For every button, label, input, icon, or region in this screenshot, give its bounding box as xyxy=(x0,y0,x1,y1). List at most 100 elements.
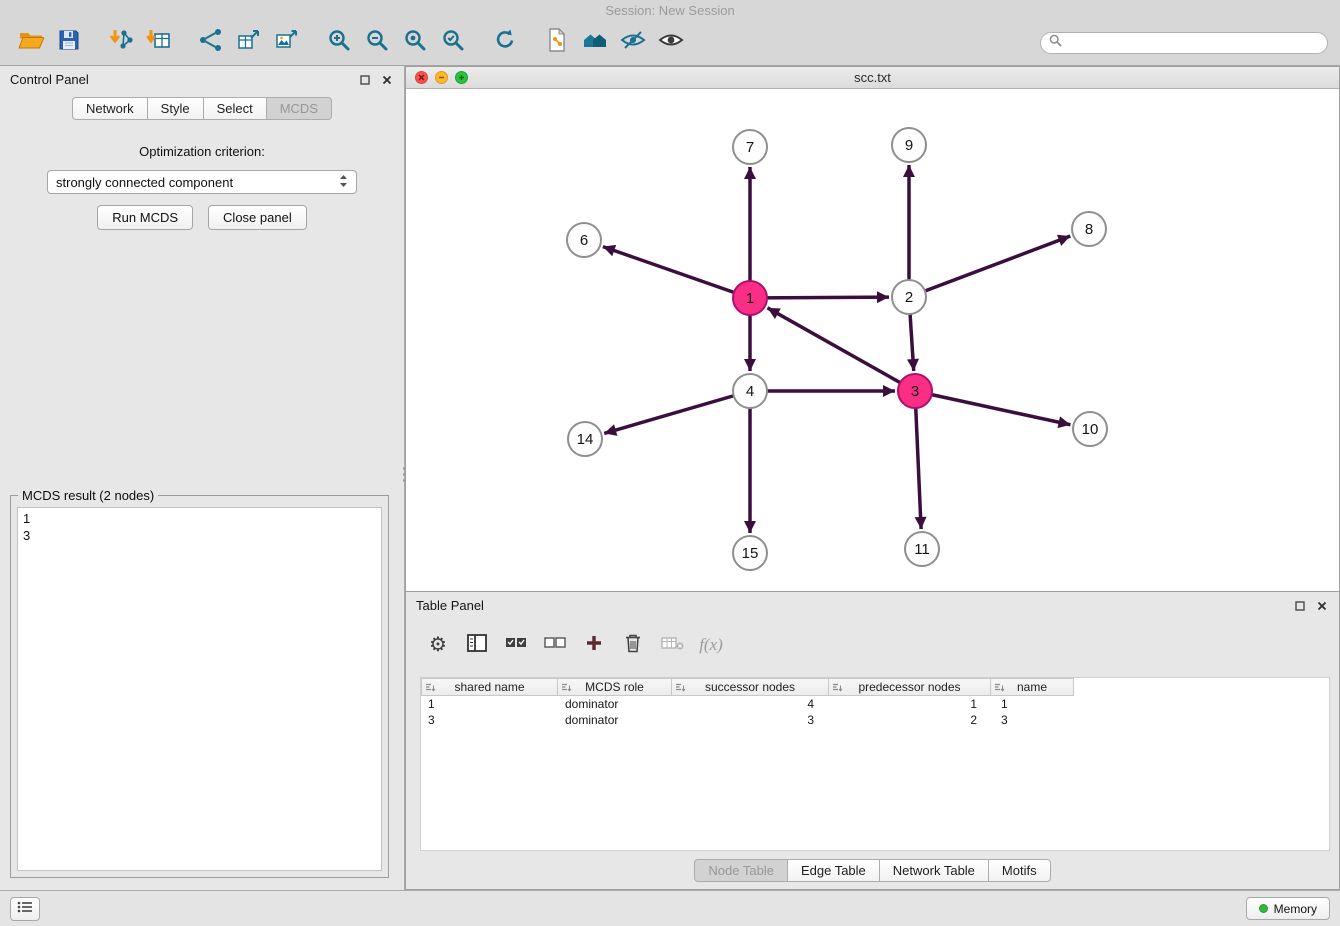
close-panel-button[interactable]: Close panel xyxy=(208,205,307,230)
select-all-icon xyxy=(505,636,527,655)
document-network-button[interactable] xyxy=(538,24,576,62)
node-9[interactable]: 9 xyxy=(892,128,926,162)
network-window-titlebar[interactable]: scc.txt xyxy=(406,67,1339,89)
minimize-window-button[interactable] xyxy=(435,71,448,84)
fx-icon: f(x) xyxy=(699,635,723,655)
table-tab-motifs[interactable]: Motifs xyxy=(988,859,1051,882)
memory-button[interactable]: Memory xyxy=(1246,897,1330,920)
column-panel-icon xyxy=(467,634,487,657)
save-button[interactable] xyxy=(50,24,88,62)
column-header-name[interactable]: name xyxy=(990,678,1074,696)
control-tab-network[interactable]: Network xyxy=(72,97,148,120)
delete-button[interactable] xyxy=(621,632,645,658)
control-tab-style[interactable]: Style xyxy=(147,97,204,120)
style-eye-slash-button[interactable] xyxy=(614,24,652,62)
column-header-shared-name[interactable]: shared name xyxy=(421,678,558,696)
zoom-in-button[interactable] xyxy=(320,24,358,62)
table-panel-tabs: Node TableEdge TableNetwork TableMotifs xyxy=(406,859,1339,882)
node-4[interactable]: 4 xyxy=(733,374,767,408)
zoom-selected-button[interactable] xyxy=(434,24,472,62)
float-table-panel-icon[interactable] xyxy=(1292,598,1307,613)
node-6[interactable]: 6 xyxy=(567,223,601,257)
zoom-out-button[interactable] xyxy=(358,24,396,62)
table-cell[interactable]: 4 xyxy=(673,697,831,711)
deselect-all-button[interactable] xyxy=(543,632,567,658)
node-8[interactable]: 8 xyxy=(1072,212,1106,246)
node-3[interactable]: 3 xyxy=(898,374,932,408)
refresh-button[interactable] xyxy=(486,24,524,62)
search-input[interactable] xyxy=(1067,36,1319,50)
network-share-button[interactable] xyxy=(192,24,230,62)
import-table-file-button[interactable] xyxy=(140,24,178,62)
table-settings-button[interactable]: ⚙ xyxy=(426,632,450,658)
eye-button[interactable] xyxy=(652,24,690,62)
table-row[interactable]: 3dominator323 xyxy=(421,712,1329,728)
edge-3-1[interactable] xyxy=(767,308,915,391)
export-image-button[interactable] xyxy=(268,24,306,62)
column-sort-icon[interactable] xyxy=(561,682,572,696)
import-network-file-button[interactable] xyxy=(102,24,140,62)
zoom-window-button[interactable] xyxy=(455,71,468,84)
table-cell[interactable]: 3 xyxy=(994,713,1078,727)
edge-1-2[interactable] xyxy=(750,297,889,298)
close-table-panel-icon[interactable] xyxy=(1314,598,1329,613)
node-14[interactable]: 14 xyxy=(568,422,602,456)
edge-1-6[interactable] xyxy=(603,247,750,298)
add-column-button[interactable] xyxy=(582,632,606,658)
edge-3-11[interactable] xyxy=(915,391,921,529)
export-table-button[interactable] xyxy=(230,24,268,62)
control-tab-select[interactable]: Select xyxy=(203,97,267,120)
trash-icon xyxy=(625,633,641,658)
table-cell[interactable]: 3 xyxy=(421,713,558,727)
close-panel-icon[interactable] xyxy=(379,72,394,87)
zoom-fit-button[interactable] xyxy=(396,24,434,62)
delete-column-button[interactable] xyxy=(660,632,684,658)
edge-2-8[interactable] xyxy=(909,236,1070,297)
column-sort-icon[interactable] xyxy=(425,682,436,696)
column-sort-icon[interactable] xyxy=(832,682,843,696)
optimization-dropdown[interactable]: strongly connected component xyxy=(47,170,357,194)
open-folder-button[interactable] xyxy=(12,24,50,62)
task-history-button[interactable] xyxy=(10,897,40,921)
column-sort-icon[interactable] xyxy=(675,682,686,696)
node-7[interactable]: 7 xyxy=(733,130,767,164)
table-cell[interactable]: 2 xyxy=(831,713,994,727)
table-cell[interactable]: 1 xyxy=(994,697,1078,711)
node-label: 9 xyxy=(905,137,913,154)
column-header-MCDS-role[interactable]: MCDS role xyxy=(557,678,672,696)
column-header-predecessor-nodes[interactable]: predecessor nodes xyxy=(828,678,991,696)
network-canvas[interactable]: 7 9 6 8 1 2 4 3 14 10 15 11 xyxy=(406,89,1339,591)
edge-4-14[interactable] xyxy=(604,391,750,433)
table-tab-edge-table[interactable]: Edge Table xyxy=(787,859,880,882)
vertical-splitter-handle[interactable] xyxy=(400,460,409,488)
node-10[interactable]: 10 xyxy=(1073,412,1107,446)
close-window-button[interactable] xyxy=(415,71,428,84)
control-panel: Control Panel NetworkStyleSelectMCDS Opt… xyxy=(0,66,405,890)
table-tab-node-table[interactable]: Node Table xyxy=(694,859,788,882)
function-builder-button[interactable]: f(x) xyxy=(699,632,723,658)
select-all-button[interactable] xyxy=(504,632,528,658)
table-cell[interactable]: 1 xyxy=(421,697,558,711)
column-header-successor-nodes[interactable]: successor nodes xyxy=(671,678,829,696)
float-panel-icon[interactable] xyxy=(357,72,372,87)
node-label: 2 xyxy=(905,289,913,306)
table-cell[interactable]: dominator xyxy=(558,713,673,727)
column-sort-icon[interactable] xyxy=(994,682,1005,696)
run-mcds-button[interactable]: Run MCDS xyxy=(97,205,193,230)
mcds-result-box[interactable]: 13 xyxy=(17,507,382,871)
table-cell[interactable]: 1 xyxy=(831,697,994,711)
control-tab-mcds[interactable]: MCDS xyxy=(266,97,332,120)
node-2[interactable]: 2 xyxy=(892,280,926,314)
search-box[interactable] xyxy=(1040,32,1328,54)
table-row[interactable]: 1dominator411 xyxy=(421,696,1329,712)
table-tab-network-table[interactable]: Network Table xyxy=(879,859,989,882)
home-button[interactable] xyxy=(576,24,614,62)
node-15[interactable]: 15 xyxy=(733,536,767,570)
column-header-label: name xyxy=(1017,680,1047,694)
column-panel-button[interactable] xyxy=(465,632,489,658)
node-11[interactable]: 11 xyxy=(905,532,939,566)
table-cell[interactable]: dominator xyxy=(558,697,673,711)
node-1[interactable]: 1 xyxy=(733,281,767,315)
table-cell[interactable]: 3 xyxy=(673,713,831,727)
edge-3-10[interactable] xyxy=(915,391,1070,425)
